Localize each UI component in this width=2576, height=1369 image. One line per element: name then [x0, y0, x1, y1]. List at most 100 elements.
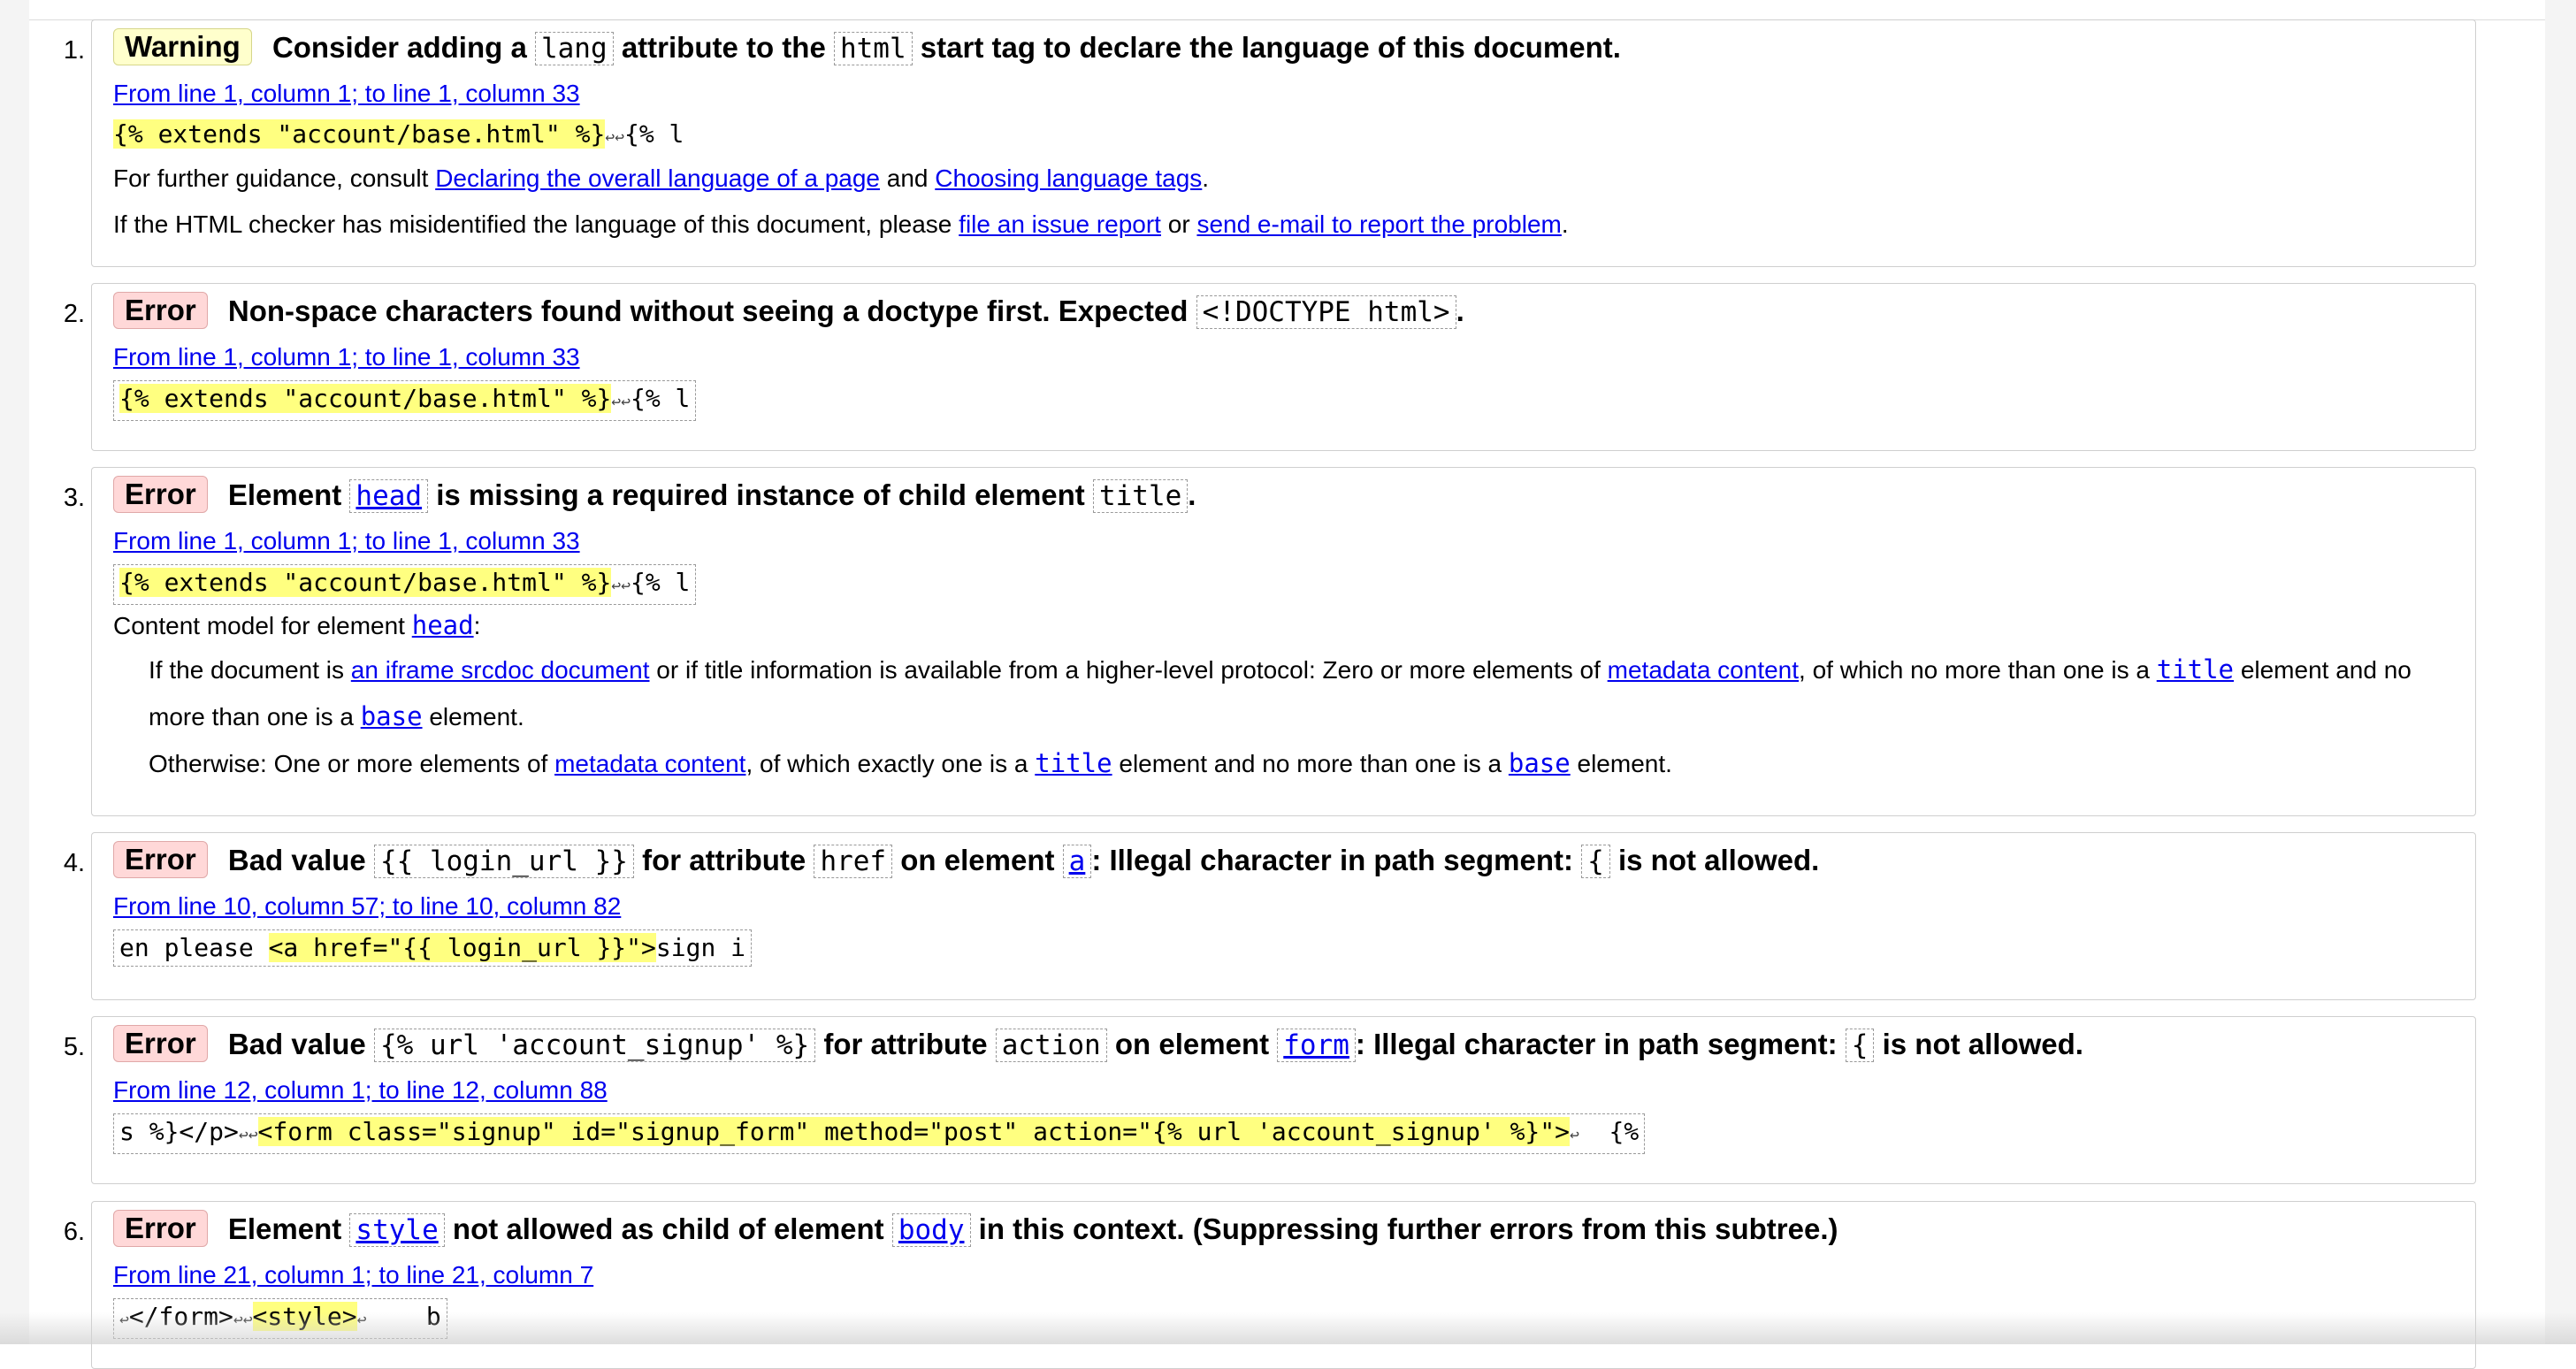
link-choosing-language-tags[interactable]: Choosing language tags	[935, 164, 1202, 192]
title-text: Consider adding a	[271, 31, 527, 64]
location-link[interactable]: From line 12, column 1; to line 12, colu…	[113, 1067, 608, 1113]
error-badge: Error	[113, 1025, 208, 1062]
link-declaring-language[interactable]: Declaring the overall language of a page	[435, 164, 880, 192]
content-model-rule-2: Otherwise: One or more elements of metad…	[113, 740, 2454, 787]
warning-badge: Warning	[113, 28, 252, 65]
rule-text: more than one is a	[149, 703, 354, 730]
rule-text: element.	[1577, 750, 1672, 777]
extract-pre: s %}</p>	[119, 1117, 239, 1146]
code-title: title	[1092, 479, 1189, 513]
message-title: Error Bad value {% url 'account_signup' …	[113, 1022, 2454, 1067]
message-number: 2.	[63, 300, 85, 328]
source-extract: {% extends "account/base.html" %}↩↩{% l	[113, 117, 684, 156]
code-element-link[interactable]: style	[349, 1213, 445, 1247]
message-title: Error Non-space characters found without…	[113, 289, 2454, 334]
left-gutter	[0, 0, 29, 1344]
source-extract: s %}</p>↩↩<form class="signup" id="signu…	[113, 1113, 1646, 1154]
title-text: Element	[227, 478, 342, 511]
extract-highlight: {% extends "account/base.html" %}	[119, 384, 612, 413]
location-link[interactable]: From line 1, column 1; to line 1, column…	[113, 334, 580, 380]
location-link[interactable]: From line 10, column 57; to line 10, col…	[113, 883, 621, 929]
error-badge: Error	[113, 1210, 208, 1247]
title-text: .	[1188, 478, 1196, 511]
guidance-and: and	[886, 164, 929, 192]
code-value: {% url 'account_signup' %}	[373, 1029, 816, 1062]
content-model-text: Content model for element	[113, 612, 405, 639]
linefeed-marker: ↩↩	[238, 1126, 258, 1144]
link-metadata-content[interactable]: metadata content	[1608, 656, 1799, 684]
element-base-link[interactable]: base	[361, 701, 423, 731]
location-link[interactable]: From line 1, column 1; to line 1, column…	[113, 71, 580, 117]
title-text: in this context. (Suppressing further er…	[978, 1212, 1838, 1245]
source-extract: {% extends "account/base.html" %}↩↩{% l	[113, 380, 697, 421]
title-text: Bad value	[227, 1028, 366, 1060]
rule-text: , of which exactly one is a	[745, 750, 1028, 777]
element-form-link[interactable]: form	[1283, 1029, 1349, 1061]
extract-highlight: <a href="{{ login_url }}">	[268, 933, 656, 962]
message-number: 4.	[63, 849, 85, 877]
message-item-5: 5. Error Bad value {% url 'account_signu…	[64, 1016, 2476, 1184]
element-style-link[interactable]: style	[355, 1214, 438, 1246]
title-text: .	[1456, 294, 1464, 327]
message-item-2: 2. Error Non-space characters found with…	[64, 283, 2476, 451]
title-text: start tag to declare the language of thi…	[920, 31, 1621, 64]
rule-text: element and no more than one is a	[1119, 750, 1502, 777]
code-attribute: action	[995, 1029, 1107, 1062]
title-text: Element	[227, 1212, 342, 1245]
element-a-link[interactable]: a	[1069, 845, 1086, 877]
element-title-link[interactable]: title	[2157, 654, 2234, 684]
error-badge: Error	[113, 841, 208, 878]
bottom-shadow	[0, 1312, 2576, 1344]
message-item-3: 3. Error Element head is missing a requi…	[64, 467, 2476, 816]
linefeed-marker: ↩↩	[611, 577, 631, 595]
link-file-issue-report[interactable]: file an issue report	[959, 210, 1161, 238]
element-head-link[interactable]: head	[355, 480, 422, 512]
link-metadata-content[interactable]: metadata content	[554, 750, 745, 777]
rule-text: Otherwise: One or more elements of	[149, 750, 548, 777]
code-value: {{ login_url }}	[373, 845, 634, 878]
rule-text: element and no	[2240, 656, 2412, 684]
code-element-link[interactable]: a	[1062, 845, 1092, 878]
message-title: Error Element head is missing a required…	[113, 473, 2454, 518]
rule-text: , of which no more than one is a	[1799, 656, 2150, 684]
title-text: Bad value	[227, 844, 366, 876]
element-head-link[interactable]: head	[412, 610, 474, 640]
message-title: Error Element style not allowed as child…	[113, 1207, 2454, 1252]
linefeed-marker: ↩	[1570, 1126, 1579, 1144]
code-char: {	[1845, 1029, 1875, 1062]
rule-text: element.	[429, 703, 524, 730]
misidentified-or: or	[1167, 210, 1190, 238]
link-send-email[interactable]: send e-mail to report the problem	[1196, 210, 1561, 238]
extract-tail: sign i	[655, 933, 746, 962]
title-text: is not allowed.	[1882, 1028, 2083, 1060]
title-text: for attribute	[642, 844, 806, 876]
title-text: attribute to the	[621, 31, 826, 64]
misidentified-text: If the HTML checker has misidentified th…	[113, 202, 2454, 248]
content-model-label: Content model for element head:	[113, 605, 2454, 646]
location-link[interactable]: From line 21, column 1; to line 21, colu…	[113, 1252, 593, 1298]
link-iframe-srcdoc[interactable]: an iframe srcdoc document	[351, 656, 650, 684]
extract-tail: {% l	[630, 568, 691, 597]
message-number: 1.	[63, 36, 85, 65]
rule-text: If the document is	[149, 656, 345, 684]
extract-highlight: <form class="signup" id="signup_form" me…	[257, 1117, 1570, 1146]
element-body-link[interactable]: body	[898, 1214, 965, 1246]
error-badge: Error	[113, 292, 208, 329]
title-text: is not allowed.	[1617, 844, 1820, 876]
title-text: Non-space characters found without seein…	[227, 294, 1189, 327]
location-link[interactable]: From line 1, column 1; to line 1, column…	[113, 518, 580, 564]
code-char: {	[1581, 845, 1610, 878]
message-item-4: 4. Error Bad value {{ login_url }} for a…	[64, 832, 2476, 1000]
title-text: not allowed as child of element	[452, 1212, 884, 1245]
element-title-link[interactable]: title	[1035, 748, 1112, 778]
extract-highlight: {% extends "account/base.html" %}	[119, 568, 612, 597]
code-element-link[interactable]: body	[891, 1213, 971, 1247]
code-element-link[interactable]: form	[1277, 1029, 1356, 1062]
title-text: on element	[900, 844, 1055, 876]
guidance-prefix: For further guidance, consult	[113, 164, 429, 192]
source-extract: en please <a href="{{ login_url }}">sign…	[113, 929, 753, 967]
element-base-link[interactable]: base	[1509, 748, 1571, 778]
title-text: : Illegal character in path segment:	[1355, 1028, 1838, 1060]
code-head-link[interactable]: head	[349, 479, 429, 513]
message-item-1: 1. Warning Consider adding a lang attrib…	[64, 19, 2476, 267]
